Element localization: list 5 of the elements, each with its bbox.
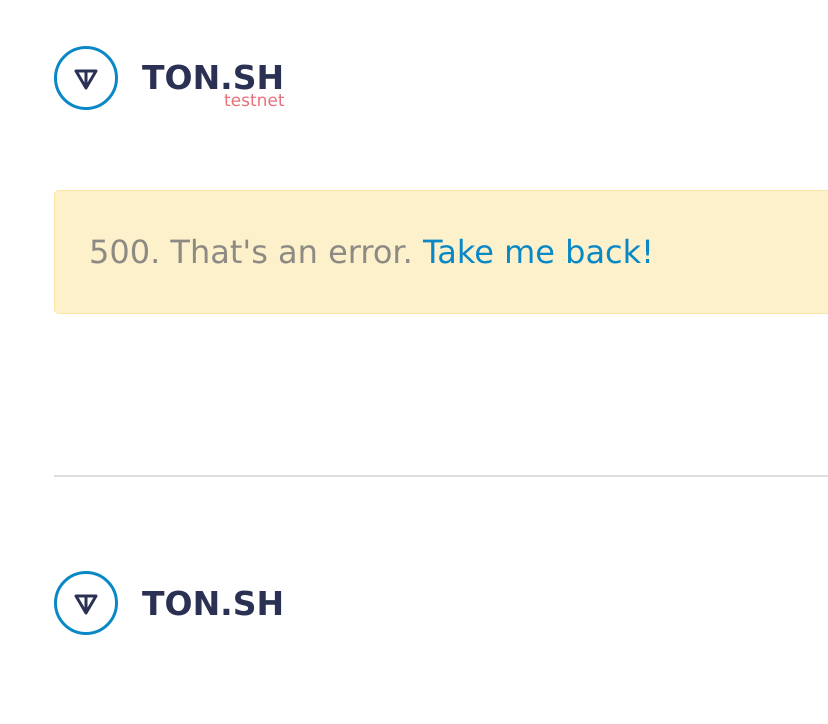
footer-title[interactable]: TON.SH [142, 586, 284, 620]
logo-icon [54, 46, 118, 110]
network-label: testnet [224, 92, 285, 110]
logo-icon [54, 571, 118, 635]
error-message: 500. That's an error. Take me back! [89, 232, 654, 273]
